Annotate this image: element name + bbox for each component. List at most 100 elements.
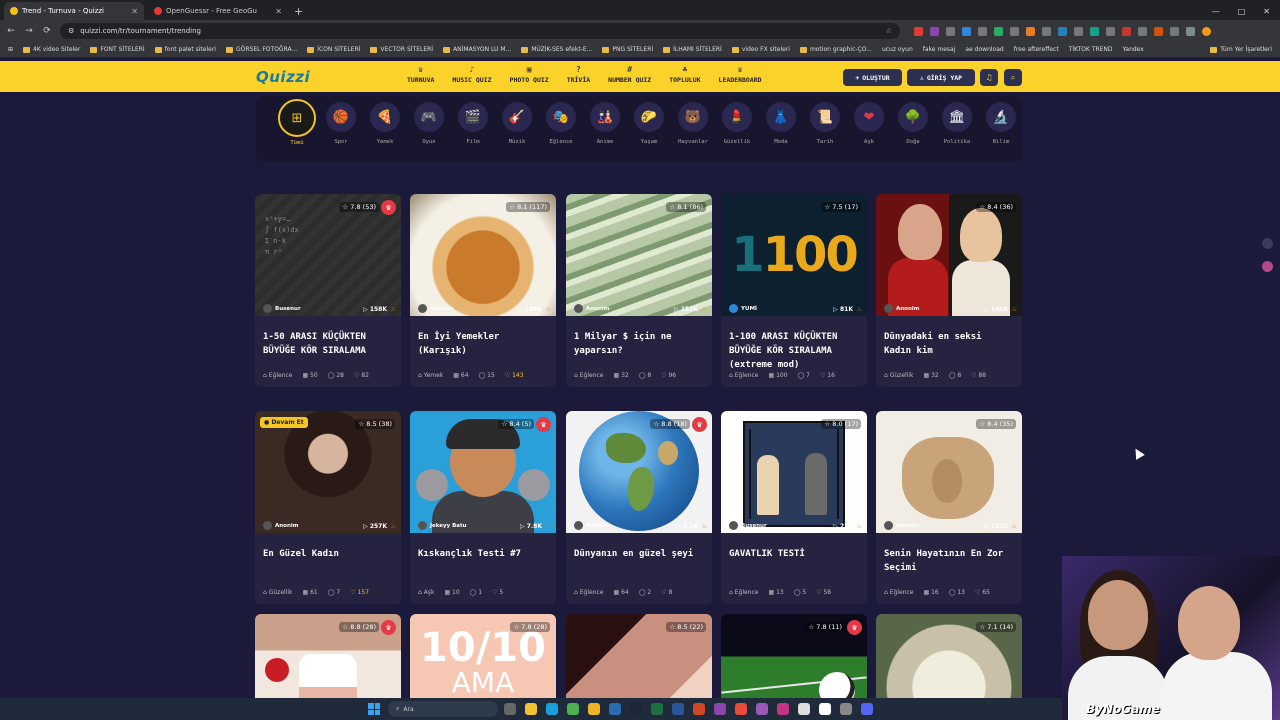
- category-muzik[interactable]: 🎸 Müzik: [495, 102, 539, 145]
- address-bar[interactable]: ⚙ quizzi.com/tr/tournament/trending ☆: [60, 23, 900, 39]
- category-moda[interactable]: 👗 Moda: [759, 102, 803, 145]
- close-window-icon[interactable]: ✕: [1263, 7, 1270, 16]
- browser-tab-openguessr[interactable]: OpenGuessr - Free GeoGu ✕: [148, 2, 288, 20]
- login-button[interactable]: ♙ GİRİŞ YAP: [907, 69, 975, 86]
- notion-icon[interactable]: [819, 703, 831, 715]
- notifications-button[interactable]: ♫: [980, 69, 998, 86]
- back-icon[interactable]: ←: [6, 26, 16, 36]
- category-hayvanlar[interactable]: 🐻 Hayvanlar: [671, 102, 715, 145]
- continue-badge[interactable]: ● Devam Et: [260, 417, 308, 428]
- extension-icon[interactable]: [1138, 26, 1147, 36]
- quiz-card[interactable]: ☆ 8.4 (36) Anonim ▷ 140K ♨ Dünyadaki en …: [876, 194, 1022, 387]
- category-tarih[interactable]: 📜 Tarih: [803, 102, 847, 145]
- edge-icon[interactable]: [546, 703, 558, 715]
- author[interactable]: Anonim: [574, 304, 609, 313]
- app-icon[interactable]: [756, 703, 768, 715]
- category-spor[interactable]: 🏀 Spor: [319, 102, 363, 145]
- search-button[interactable]: ⌕: [1004, 69, 1022, 86]
- category-yemek[interactable]: 🍕 Yemek: [363, 102, 407, 145]
- author[interactable]: Jekeyy Batu: [418, 521, 467, 530]
- nav-item-leaderboard[interactable]: ♛ LEADERBOARD: [710, 65, 771, 84]
- quiz-card[interactable]: ☆ 8.4 (35) Anonim ▷ 192K ♨ Senin Hayatın…: [876, 411, 1022, 604]
- quizzi-logo[interactable]: Quizzi: [256, 68, 310, 86]
- app-icon[interactable]: [735, 703, 747, 715]
- quiz-card[interactable]: x²+y=… ∫ f(x)dx Σ n·k π r² ☆ 7.8 (53) ♛ …: [255, 194, 401, 387]
- extension-icon[interactable]: [914, 26, 923, 36]
- category-bilim[interactable]: 🔬 Bilim: [979, 102, 1023, 145]
- quiz-card[interactable]: ☆ 8.4 (5) ♛ Jekeyy Batu ▷ 7.8K ♨ Kıskanç…: [410, 411, 556, 604]
- bookmark-link[interactable]: fake mesaj: [923, 46, 956, 53]
- author[interactable]: Anonim: [884, 521, 919, 530]
- quiz-card[interactable]: ☆ 8.0 (17) Busenur ▷ 23K ♨ GAVATLIK TEST…: [721, 411, 867, 604]
- create-button[interactable]: + OLUŞTUR: [843, 69, 902, 86]
- bookmark-folder[interactable]: GÖRSEL FOTOĞRA...: [225, 46, 297, 53]
- search-app-icon[interactable]: [798, 703, 810, 715]
- chrome-canary-icon[interactable]: [588, 703, 600, 715]
- bookmark-folder[interactable]: 4K video Siteler: [23, 46, 80, 53]
- bookmark-folder[interactable]: FONT SİTELERİ: [90, 46, 145, 53]
- bookmark-link[interactable]: TİKTOK TREND: [1069, 46, 1113, 53]
- extension-side-icon[interactable]: [1262, 261, 1273, 272]
- nav-item-photo-quiz[interactable]: ▣ PHOTO QUIZ: [501, 65, 558, 84]
- bookmark-link[interactable]: ae download: [965, 46, 1003, 53]
- bookmark-star-icon[interactable]: ☆: [886, 27, 892, 35]
- extension-icon[interactable]: [1186, 26, 1195, 36]
- extension-icon[interactable]: [1154, 26, 1163, 36]
- close-tab-icon[interactable]: ✕: [275, 7, 282, 16]
- author[interactable]: Anonim: [418, 304, 453, 313]
- extension-icon[interactable]: [994, 26, 1003, 36]
- nav-item-trivia[interactable]: ? TRİVİA: [558, 65, 599, 84]
- quiz-card[interactable]: ☆ 8.8 (18) ♛ Anonim ▷ 7.1K ♨ Dünyanın en…: [566, 411, 712, 604]
- powerpoint-icon[interactable]: [693, 703, 705, 715]
- bookmark-link[interactable]: ucuz oyun: [882, 46, 913, 53]
- maximize-icon[interactable]: □: [1238, 7, 1246, 16]
- taskbar-search[interactable]: ⌕ Ara: [388, 701, 498, 717]
- author[interactable]: Anonim: [263, 521, 298, 530]
- profile-avatar-icon[interactable]: [1202, 26, 1211, 36]
- extension-icon[interactable]: [1010, 26, 1019, 36]
- steam-icon[interactable]: [630, 703, 642, 715]
- extension-icon[interactable]: [1058, 26, 1067, 36]
- bookmark-folder[interactable]: İCON SİTELERİ: [307, 46, 360, 53]
- nav-item-number-quiz[interactable]: # NUMBER QUIZ: [599, 65, 660, 84]
- close-tab-icon[interactable]: ✕: [131, 7, 138, 16]
- quiz-card[interactable]: ☆ 8.1 (117) Anonim ▷ 188K ♨ En İyi Yemek…: [410, 194, 556, 387]
- app-icon[interactable]: [609, 703, 621, 715]
- extension-icon[interactable]: [1090, 26, 1099, 36]
- extension-side-icon[interactable]: [1262, 238, 1273, 249]
- discord-icon[interactable]: [861, 703, 873, 715]
- extension-icon[interactable]: [1170, 26, 1179, 36]
- author[interactable]: Anonim: [574, 521, 609, 530]
- reload-icon[interactable]: ⟳: [42, 26, 52, 36]
- chrome-icon[interactable]: [567, 703, 579, 715]
- quiz-card[interactable]: 1100 ☆ 7.5 (17) YUMİ ▷ 81K ♨ 1-100 ARASI…: [721, 194, 867, 387]
- apps-grid-icon[interactable]: ⊞: [8, 46, 13, 53]
- new-tab-button[interactable]: +: [294, 5, 303, 18]
- category-oyun[interactable]: 🎮 Oyun: [407, 102, 451, 145]
- site-info-icon[interactable]: ⚙: [68, 27, 74, 35]
- instagram-icon[interactable]: [777, 703, 789, 715]
- bookmark-link[interactable]: free aftereffect: [1014, 46, 1059, 53]
- category-anime[interactable]: 🎎 Anime: [583, 102, 627, 145]
- category-tumu[interactable]: ⊞ Tümü: [275, 99, 319, 146]
- forward-icon[interactable]: →: [24, 26, 34, 36]
- quiz-card[interactable]: ☆ 8.1 (86) Anonim ▷ 153K ♨ 1 Milyar $ iç…: [566, 194, 712, 387]
- app-icon[interactable]: [714, 703, 726, 715]
- extension-icon[interactable]: [1106, 26, 1115, 36]
- nav-item-music-quiz[interactable]: ♪ MUSIC QUIZ: [443, 65, 500, 84]
- extension-icon[interactable]: [1042, 26, 1051, 36]
- category-politika[interactable]: 🏛 Politika: [935, 102, 979, 145]
- extension-icon[interactable]: [1122, 26, 1131, 36]
- windows-start-icon[interactable]: [368, 703, 380, 715]
- author[interactable]: Busenur: [263, 304, 301, 313]
- author[interactable]: Anonim: [884, 304, 919, 313]
- category-ask[interactable]: ❤ Aşk: [847, 102, 891, 145]
- bookmark-folder[interactable]: PNG SİTELERİ: [602, 46, 653, 53]
- bookmark-folder[interactable]: İLHAMI SİTELERİ: [663, 46, 722, 53]
- excel-icon[interactable]: [651, 703, 663, 715]
- category-doga[interactable]: 🌳 Doğa: [891, 102, 935, 145]
- task-view-icon[interactable]: [504, 703, 516, 715]
- bookmark-all[interactable]: Tüm Yer İşaretleri: [1210, 46, 1272, 53]
- nav-item-turnuva[interactable]: ♛ TURNUVA: [398, 65, 443, 84]
- minimize-icon[interactable]: —: [1212, 7, 1220, 16]
